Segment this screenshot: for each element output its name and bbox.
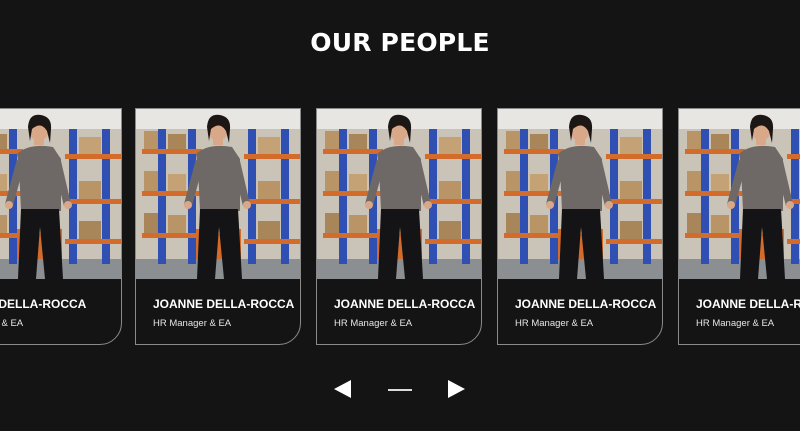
person-card[interactable]: JOANNE DELLA-ROCCA HR Manager & EA [497,108,663,345]
person-card[interactable]: JOANNE DELLA-ROCCA HR Manager & EA [135,108,301,345]
person-role: HR Manager & EA [334,318,413,329]
person-card[interactable]: JOANNE DELLA-ROCCA HR Manager & EA [678,108,800,345]
person-role: HR Manager & EA [515,318,594,329]
person-photo [679,109,800,279]
person-photo [498,109,662,279]
person-role: HR Manager & EA [153,318,232,329]
person-name: JOANNE DELLA-ROCCA [696,297,800,311]
person-name: JOANNE DELLA-ROCCA [515,297,657,311]
people-carousel[interactable]: JOANNE DELLA-ROCCA HR Manager & EA [0,108,800,348]
person-photo [317,109,481,279]
person-role: HR Manager & EA [0,318,24,329]
section-title: OUR PEOPLE [310,28,490,57]
carousel-controls [0,378,800,406]
arrow-left-icon[interactable] [334,380,351,398]
person-card[interactable]: JOANNE DELLA-ROCCA HR Manager & EA [316,108,482,345]
person-name: JOANNE DELLA-ROCCA [334,297,476,311]
person-card[interactable]: JOANNE DELLA-ROCCA HR Manager & EA [0,108,122,345]
person-photo [0,109,121,279]
arrow-right-icon[interactable] [448,380,465,398]
pagination-dash[interactable] [388,389,412,391]
person-photo [136,109,300,279]
person-name: JOANNE DELLA-ROCCA [0,297,87,311]
person-role: HR Manager & EA [696,318,775,329]
person-name: JOANNE DELLA-ROCCA [153,297,295,311]
